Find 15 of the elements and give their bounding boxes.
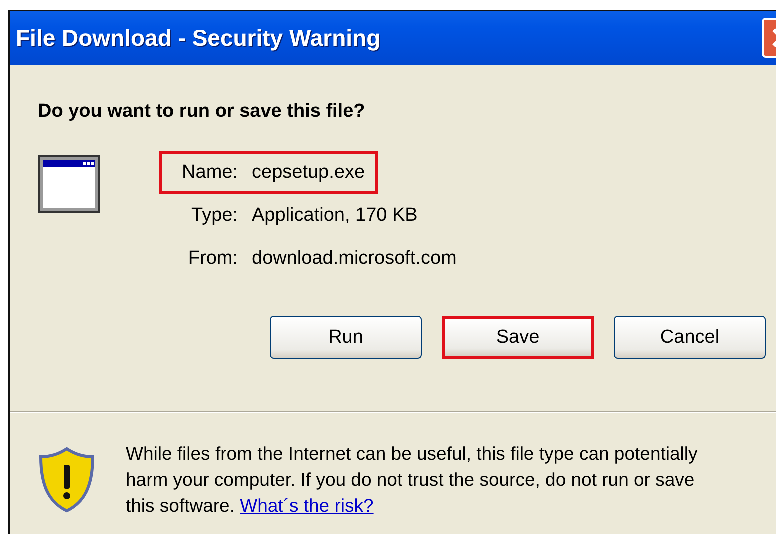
info-label: Type: xyxy=(190,204,238,226)
application-window-icon xyxy=(38,155,100,213)
risk-link[interactable]: What´s the risk? xyxy=(240,495,374,516)
warning-text: While files from the Internet can be useful, this file type can potentially harm your computer. If you do not trust the source, do not run or save this software. What´s the risk? xyxy=(126,442,699,518)
dialog-button[interactable]: Save xyxy=(442,316,594,359)
dialog-button[interactable]: Cancel xyxy=(614,316,766,359)
window-title: File Download - Security Warning xyxy=(16,24,381,52)
warning-shield-icon xyxy=(38,447,96,513)
question-text: Do you want to run or save this file? xyxy=(38,101,366,123)
info-value: download.microsoft.com xyxy=(252,248,457,270)
info-label: Name: xyxy=(181,162,238,184)
info-label: From: xyxy=(187,248,238,270)
dialog-button[interactable]: Run xyxy=(270,316,422,359)
info-value: cepsetup.exe xyxy=(252,162,366,184)
info-value: Application, 170 KB xyxy=(252,204,418,226)
